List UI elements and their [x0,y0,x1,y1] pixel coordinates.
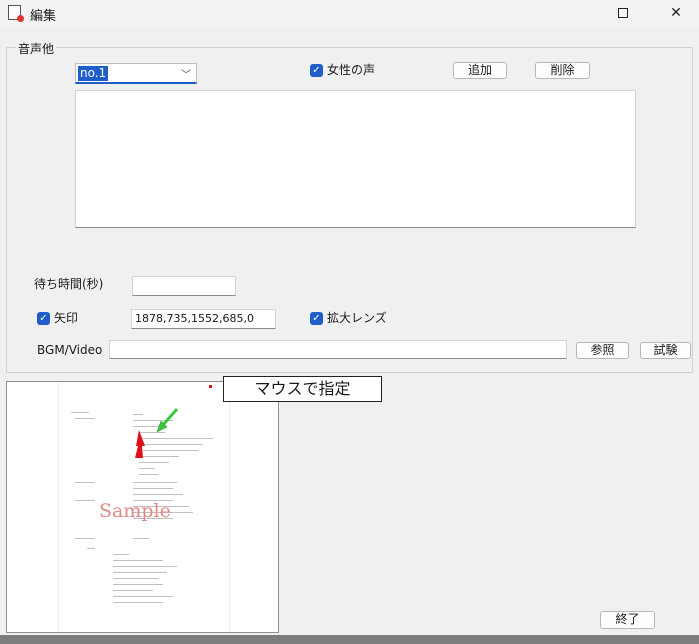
pointer-marker [209,385,212,388]
document-edit-icon [8,5,24,22]
green-arrow-icon [161,408,179,426]
arrow-checkbox[interactable]: ✓ [37,312,50,325]
magnifier-checkbox[interactable]: ✓ [310,312,323,325]
browse-button[interactable]: 参照 [576,342,629,359]
maximize-icon [618,8,628,18]
window-title: 編集 [30,9,57,24]
arrow-coordinates-input[interactable]: 1878,735,1552,685,0 [131,309,276,329]
bgm-label: BGM/Video [37,343,103,357]
close-icon: ✕ [670,5,682,21]
female-voice-label: 女性の声 [327,63,376,77]
arrow-label: 矢印 [54,311,79,325]
title-bar: 編集 ✕ [0,0,699,26]
female-voice-checkbox[interactable]: ✓ [310,64,323,77]
add-button[interactable]: 追加 [453,62,507,79]
maximize-button[interactable] [600,0,646,26]
finish-button[interactable]: 終了 [600,611,655,629]
wait-time-label: 待ち時間(秒) [34,277,104,291]
taskbar-strip [0,635,699,644]
chevron-down-icon: ﹀ [181,70,191,81]
document-page-preview: Sample [59,382,229,632]
test-button[interactable]: 試験 [640,342,691,359]
bgm-input[interactable] [109,340,567,359]
magnifier-label: 拡大レンズ [327,311,387,325]
red-arrow-icon [135,430,145,458]
voice-select-value: no.1 [78,66,109,81]
speech-text-area[interactable] [75,90,636,228]
voice-select[interactable]: no.1 ﹀ [75,63,197,84]
group-legend: 音声他 [16,40,57,57]
preview-pane[interactable]: Sample [6,381,279,633]
close-button[interactable]: ✕ [653,0,699,26]
arrow-overlay [135,408,179,458]
mouse-hint-callout: マウスで指定 [223,376,382,402]
wait-time-input[interactable] [132,276,236,296]
delete-button[interactable]: 削除 [535,62,590,79]
